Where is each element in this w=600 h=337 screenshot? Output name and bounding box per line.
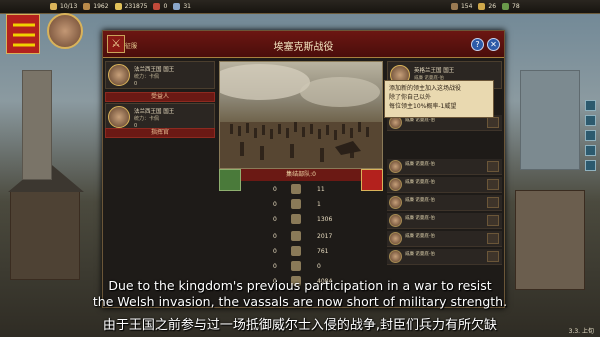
background-castle-right [520, 70, 580, 170]
select-vassal-button[interactable] [487, 215, 499, 226]
close-button[interactable]: ✕ [487, 38, 500, 51]
select-vassal-button[interactable] [487, 179, 499, 190]
vassal-avatar [389, 178, 402, 191]
tooltip-line: 每位领主10%概率-1威望 [389, 103, 457, 110]
lord-count: 0 [134, 81, 138, 87]
knight-icon [291, 184, 301, 194]
food-icon [83, 3, 91, 10]
england-banner-icon [361, 169, 383, 191]
battle-round-icon[interactable] [109, 63, 121, 75]
vassal-card[interactable]: 威廉 诺曼底·伯 [387, 177, 502, 193]
coin-icon [114, 3, 122, 10]
help-button[interactable]: ? [471, 38, 484, 51]
select-vassal-button[interactable] [487, 233, 499, 244]
subtitle-english-line1: Due to the kingdom's previous participat… [108, 278, 492, 293]
morale-icon [502, 3, 510, 10]
resource-coin: 231875 [114, 3, 147, 10]
select-vassal-button[interactable] [487, 161, 499, 172]
honor-icon [153, 3, 161, 10]
resource-bar: 10/13 1962 231875 0 31 154 26 78 [0, 0, 600, 14]
vassal-card[interactable]: 威廉 诺曼底·伯 [387, 231, 502, 247]
resource-troops: 154 [450, 3, 472, 10]
vassal-avatar [389, 250, 402, 263]
influence-icon [173, 3, 181, 10]
battle-scene-image [219, 61, 383, 169]
panel-header: ⚔ 征服 埃塞克斯战役 ? ✕ [103, 31, 504, 58]
vassal-card[interactable]: 威廉 诺曼底·伯 [387, 159, 502, 175]
side-menu-button[interactable] [585, 130, 596, 141]
troops-icon [450, 3, 458, 10]
select-vassal-button[interactable] [487, 251, 499, 262]
background-tower [22, 70, 52, 180]
tooltip-line: 添加新的领主加入这场战役 [389, 85, 462, 92]
vassal-avatar [389, 160, 402, 173]
lord-skill: 统力：卡佩 [134, 116, 160, 122]
prestige-icon [478, 3, 486, 10]
siege-icon [291, 261, 301, 271]
resource-influence: 31 [173, 3, 191, 10]
vassal-card[interactable]: 威廉 诺曼底·伯 [387, 213, 502, 229]
unit-row: 0 761 [273, 246, 329, 256]
subtitle-english-line2: the Welsh invasion, the vassals are now … [92, 294, 508, 309]
side-menu-button[interactable] [585, 145, 596, 156]
unit-row: 0 1306 [273, 214, 333, 224]
king-portrait[interactable] [47, 13, 83, 49]
gold-icon [50, 3, 57, 10]
subtitle-chinese: 由于王国之前参与过一场抵御威尔士入侵的战争,封臣们兵力有所欠缺 [102, 318, 498, 333]
resource-morale: 78 [502, 3, 520, 10]
lord-skill: 统力：卡佩 [134, 74, 160, 80]
cavalry-icon [291, 199, 301, 209]
unit-row: 00 [273, 261, 321, 271]
spearman-icon [291, 246, 301, 256]
battlefield-illustration [220, 64, 382, 168]
lions-icon [13, 23, 35, 47]
resource-prestige: 26 [478, 3, 496, 10]
resource-honor: 0 [153, 3, 167, 10]
attacker-lord-card[interactable]: 法兰西王国 国王 统力：卡佩 0 [105, 61, 215, 89]
resource-gold: 10/13 [50, 3, 77, 10]
beneficiary-bar: 受益人 [105, 92, 215, 102]
lord-avatar [108, 106, 130, 128]
lord-name: 英格兰王国 国王 [414, 68, 455, 74]
beneficiary-lord-card[interactable]: 法兰西王国 国王 统力：卡佩 0 [105, 103, 215, 131]
resource-food: 1962 [83, 3, 109, 10]
background-house-left [10, 190, 80, 280]
summary-bar: 集结部队:0 [219, 169, 383, 181]
game-date: 3.3. 上旬 [568, 328, 594, 335]
vassal-avatar [389, 232, 402, 245]
vassal-avatar [389, 214, 402, 227]
england-coat-of-arms-icon[interactable] [6, 14, 40, 54]
infantry-icon [291, 231, 301, 241]
side-menu-button[interactable] [585, 160, 596, 171]
attacker-banner-icon [219, 169, 241, 191]
archer-icon [291, 214, 301, 224]
select-vassal-button[interactable] [487, 117, 499, 128]
add-lord-tooltip: 添加新的领主加入这场战役 除了你自己以外 每位领主10%概率-1威望 [384, 80, 494, 118]
page-title: 埃塞克斯战役 [273, 42, 334, 53]
tooltip-line: 除了你自己以外 [389, 94, 432, 101]
unit-row: 0 11 [273, 184, 325, 194]
lord-name: 法兰西王国 国王 [134, 67, 175, 73]
unit-row: 01 [273, 199, 321, 209]
select-vassal-button[interactable] [487, 197, 499, 208]
vassal-avatar [389, 196, 402, 209]
unit-row: 0 2017 [273, 231, 333, 241]
battle-panel: ⚔ 征服 埃塞克斯战役 ? ✕ 法兰西王国 国王 统力：卡佩 0 受益人 法兰西… [102, 30, 505, 308]
vassal-card[interactable]: 威廉 诺曼底·伯 [387, 195, 502, 211]
side-menu-button[interactable] [585, 115, 596, 126]
vassal-card[interactable]: 威廉 诺曼底·伯 [387, 249, 502, 265]
lord-name: 法兰西王国 国王 [134, 109, 175, 115]
side-menu-button[interactable] [585, 100, 596, 111]
commander-bar: 指挥官 [105, 128, 215, 138]
background-house-right [515, 190, 585, 290]
